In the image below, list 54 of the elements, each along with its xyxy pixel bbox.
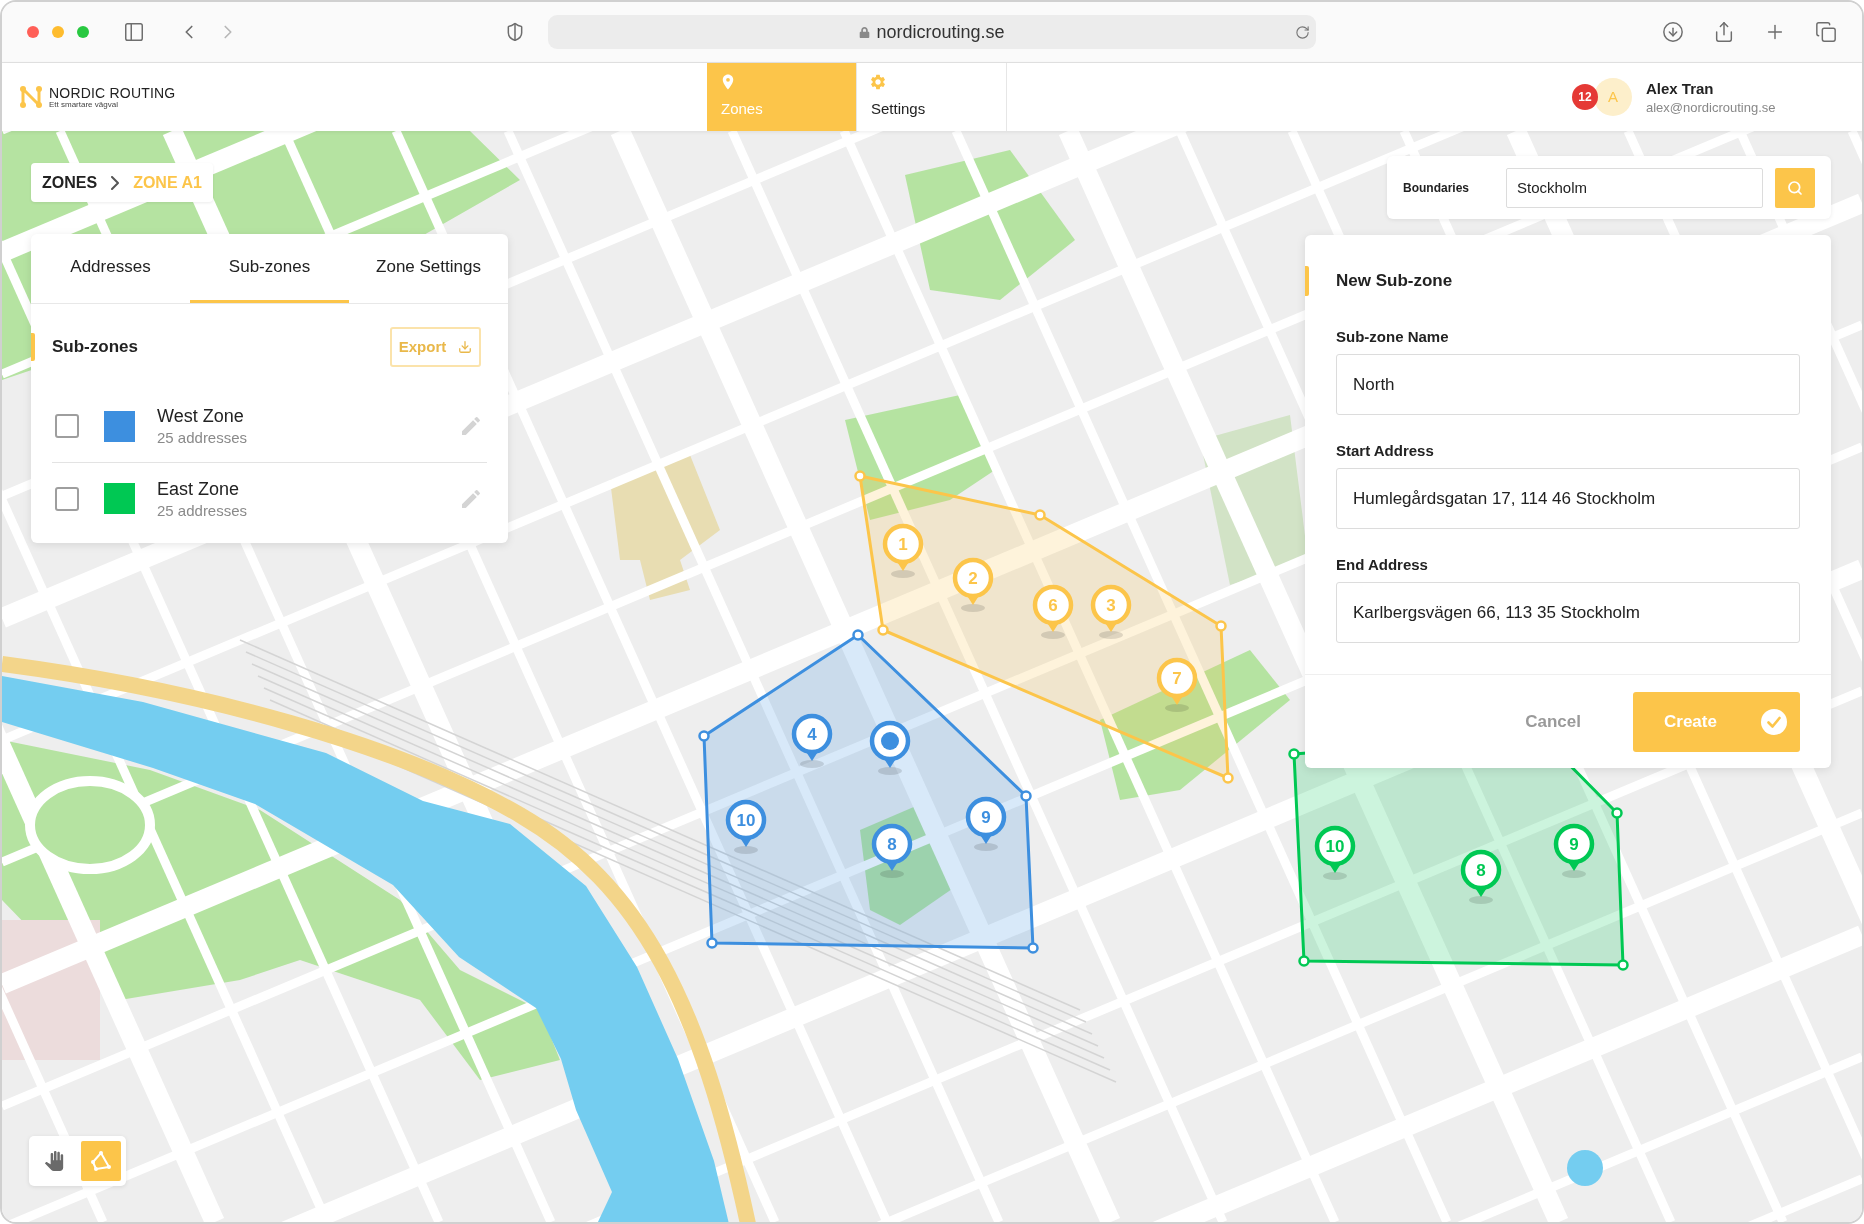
reload-icon[interactable]	[1295, 24, 1310, 40]
share-icon[interactable]	[1713, 21, 1735, 43]
sidebar-icon[interactable]	[123, 21, 145, 43]
sub-zone-name: West Zone	[157, 407, 245, 425]
panel-tab[interactable]: Addresses	[31, 234, 190, 303]
gear-icon	[869, 73, 887, 92]
field-label: End Address	[1336, 555, 1429, 575]
search-button[interactable]	[1775, 167, 1815, 208]
address-count: 25 addresses	[157, 430, 248, 445]
breadcrumb-link[interactable]: ZONES	[42, 170, 98, 195]
form-title: New Sub-zone	[1336, 270, 1453, 293]
brand-name: NORDIC ROUTING	[49, 85, 176, 100]
lock-icon	[859, 26, 871, 38]
shield-icon[interactable]	[505, 22, 525, 42]
chevron-icon	[111, 175, 120, 190]
address-bar[interactable]: nordicrouting.se	[548, 15, 1316, 49]
pond-area	[1567, 1150, 1603, 1186]
squares-icon[interactable]	[1815, 21, 1837, 43]
input-field[interactable]: Karlbergsvägen 66, 113 35 Stockholm	[1336, 582, 1800, 643]
field-label: Boundaries	[1403, 179, 1470, 197]
cancel-button[interactable]: Cancel	[1525, 708, 1581, 735]
window-zoom-icon[interactable]	[77, 26, 89, 38]
nav-tab[interactable]: Settings	[857, 63, 1007, 131]
search-icon	[1787, 179, 1803, 196]
download-icon[interactable]	[1662, 21, 1684, 43]
check-circle-icon	[1761, 708, 1787, 735]
logo-icon	[19, 85, 43, 109]
brand-tagline: Ett smartare vägval	[49, 100, 119, 109]
draw-polygon-button[interactable]	[81, 1141, 121, 1181]
checkbox[interactable]	[55, 486, 79, 511]
hand-icon	[44, 1151, 64, 1171]
pencil-icon	[459, 414, 483, 438]
polygon-icon	[90, 1150, 112, 1172]
window-close-icon[interactable]	[27, 26, 39, 38]
notification-badge[interactable]: 12	[1572, 84, 1598, 110]
user-name: Alex Tran	[1646, 80, 1715, 96]
section-accent-bar	[31, 333, 35, 361]
map-pin[interactable]	[869, 720, 911, 775]
search-field[interactable]: Stockholm	[1506, 167, 1763, 208]
input-field[interactable]: North	[1336, 354, 1800, 415]
panel-tab[interactable]: Zone Settings	[349, 234, 508, 303]
breadcrumb-current: ZONE A1	[133, 172, 202, 193]
input-field[interactable]: Humlegårdsgatan 17, 114 46 Stockholm	[1336, 468, 1800, 529]
window-minimize-icon[interactable]	[52, 26, 64, 38]
section-title: Sub-zones	[52, 336, 138, 359]
download-icon	[458, 340, 473, 354]
user-email: alex@nordicrouting.se	[1646, 100, 1776, 114]
field-label: Start Address	[1336, 441, 1435, 461]
field-label: Sub-zone Name	[1336, 327, 1450, 347]
panel-tab[interactable]: Sub-zones	[190, 234, 349, 303]
sub-zone-name: East Zone	[157, 479, 241, 498]
section-accent-bar	[1305, 266, 1309, 296]
checkbox[interactable]	[55, 414, 79, 438]
address-count: 25 addresses	[157, 502, 248, 518]
